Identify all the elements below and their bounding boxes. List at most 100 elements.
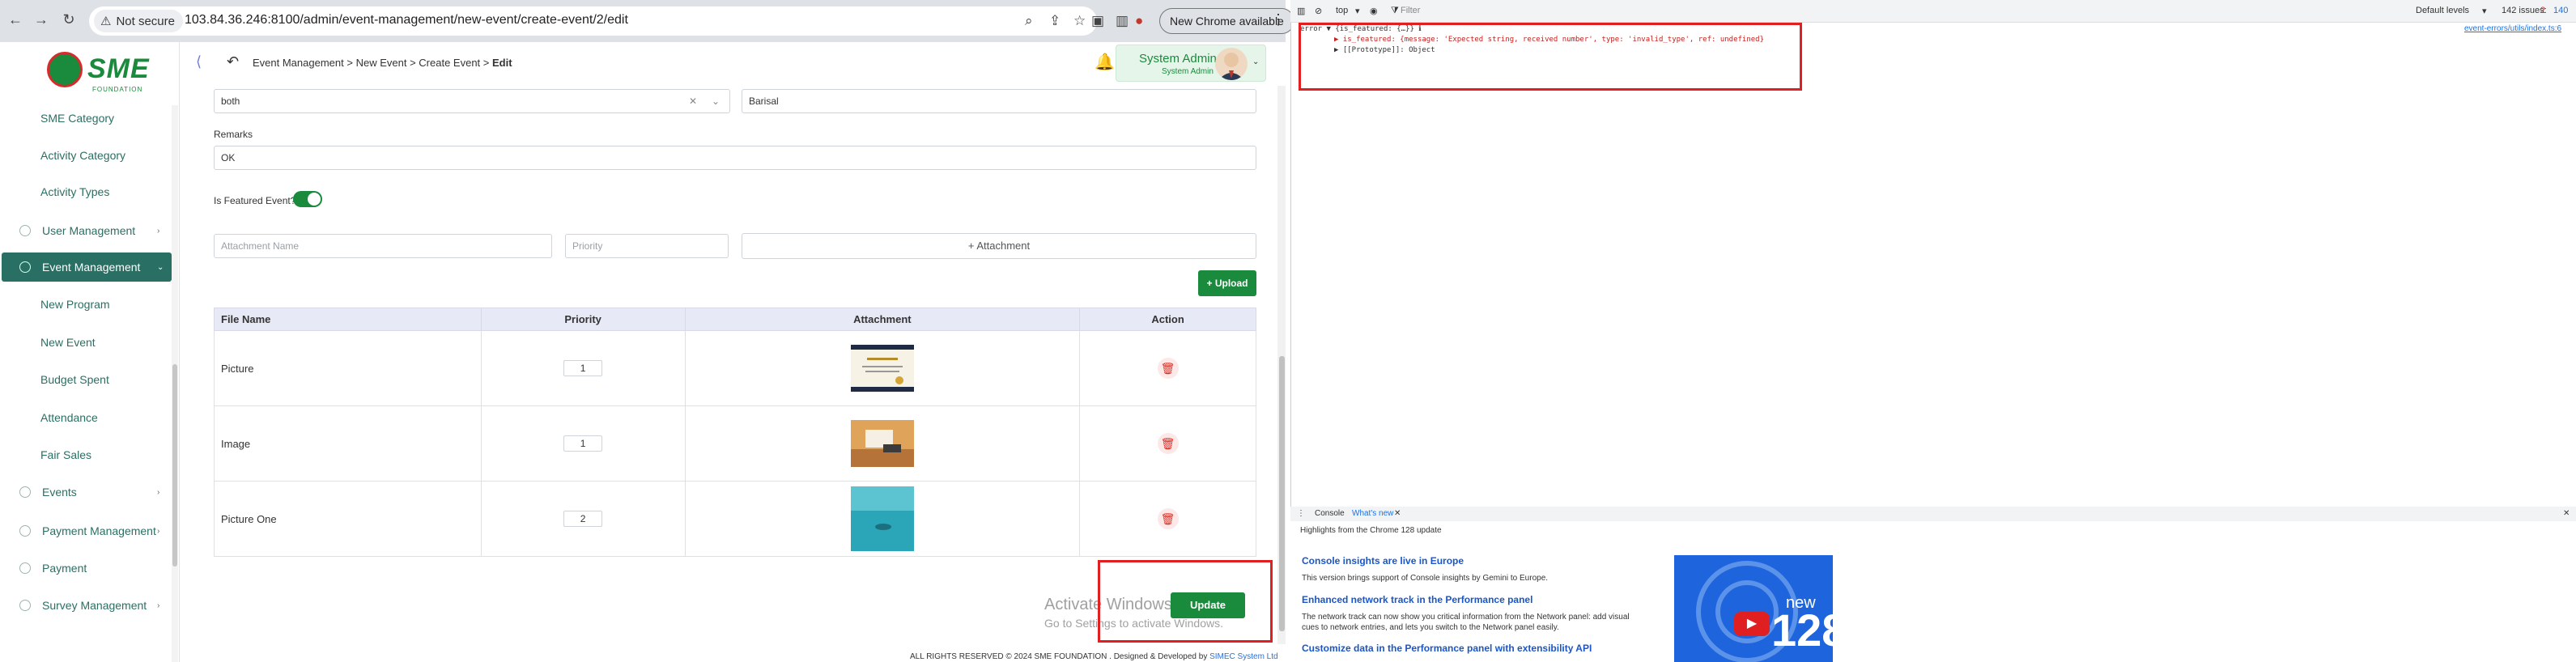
tab-console[interactable]: Console	[1315, 509, 1345, 518]
chevron-down-icon: ▾	[2482, 6, 2487, 16]
sidebar-toggle-icon[interactable]: ▥	[1297, 6, 1305, 16]
share-icon[interactable]: ⇪	[1049, 13, 1061, 29]
table-row: Picture One 2 🗑	[214, 481, 1256, 557]
breadcrumb-separator: >	[482, 57, 490, 69]
warning-icon: ⚠	[100, 15, 112, 28]
back-icon[interactable]: ←	[6, 11, 24, 28]
footer: ALL RIGHTS RESERVED © 2024 SME FOUNDATIO…	[910, 652, 1278, 661]
add-attachment-button[interactable]: + Attachment	[742, 233, 1256, 259]
chevron-down-icon[interactable]: ▾	[1355, 6, 1360, 16]
context-select[interactable]: top	[1336, 6, 1348, 15]
breadcrumb-event-management[interactable]: Event Management	[253, 57, 344, 69]
chevron-down-icon[interactable]: ⌄	[712, 90, 720, 112]
zoom-icon[interactable]: ⌕	[1025, 13, 1033, 29]
close-tab-icon[interactable]: ✕	[1394, 509, 1401, 518]
reload-icon[interactable]: ↻	[60, 11, 78, 28]
logo-emblem-icon	[47, 52, 83, 87]
bookmark-star-icon[interactable]: ☆	[1073, 13, 1086, 29]
certificate-thumbnail-icon[interactable]	[850, 345, 914, 392]
chrome-menu-icon[interactable]: ⋮	[1271, 11, 1286, 28]
sidebar-item-activity-category[interactable]: Activity Category	[40, 149, 125, 162]
delete-icon[interactable]: 🗑	[1157, 358, 1179, 379]
action-cell: 🗑	[1079, 330, 1256, 406]
delete-icon[interactable]: 🗑	[1157, 508, 1179, 529]
whats-new-item-title[interactable]: Console insights are live in Europe	[1302, 555, 1464, 567]
sidebar-item-label: User Management	[42, 224, 136, 237]
clear-console-icon[interactable]: ⊘	[1315, 6, 1322, 16]
extensions-icon[interactable]: ▣	[1091, 13, 1104, 29]
upload-button[interactable]: + Upload	[1198, 270, 1256, 296]
whats-new-video[interactable]: ▶ new 128	[1674, 555, 1833, 662]
sidebar-item-sme-category[interactable]: SME Category	[40, 112, 114, 125]
sme-logo[interactable]: SME FOUNDATION	[47, 49, 152, 97]
action-cell: 🗑	[1079, 405, 1256, 482]
error-count-badge[interactable]: 2	[2540, 6, 2545, 15]
console-source-link[interactable]: event-errors/utils/index.ts:6	[2464, 24, 2561, 33]
sidebar-item-new-event[interactable]: New Event	[40, 336, 96, 349]
division-field[interactable]: Barisal	[742, 89, 1256, 113]
filter-input[interactable]: Filter	[1401, 6, 1420, 15]
whats-new-item-text: This version brings support of Console i…	[1302, 574, 1549, 583]
whats-new-item-title[interactable]: Enhanced network track in the Performanc…	[1302, 594, 1532, 605]
featured-label: Is Featured Event?	[214, 195, 296, 206]
underwater-thumbnail-icon[interactable]	[850, 486, 914, 551]
wallet-icon	[19, 562, 31, 574]
table-header-row: File Name Priority Attachment Action	[214, 308, 1256, 331]
sidebar-item-event-management[interactable]: Event Management ⌄	[19, 261, 165, 274]
priority-input[interactable]: 1	[563, 360, 603, 376]
forward-icon[interactable]: →	[32, 11, 50, 28]
chevron-right-icon: ›	[157, 600, 160, 610]
clear-icon[interactable]: ✕	[689, 90, 697, 112]
site-info-chip[interactable]: ⚠ Not secure	[94, 10, 183, 32]
remarks-input[interactable]: OK	[214, 146, 1256, 170]
drawer-menu-icon[interactable]: ⋮	[1297, 509, 1305, 518]
sidebar-item-budget-spent[interactable]: Budget Spent	[40, 373, 109, 386]
whats-new-item-title[interactable]: Customize data in the Performance panel …	[1302, 643, 1592, 654]
priority-input[interactable]: 2	[563, 511, 603, 527]
desk-photo-thumbnail-icon[interactable]	[850, 420, 914, 467]
priority-cell: 1	[480, 330, 686, 406]
sidebar-item-events[interactable]: Events ›	[19, 486, 165, 499]
file-name-cell: Picture One	[214, 481, 482, 557]
logo-text: SME	[87, 53, 150, 84]
attachment-name-input[interactable]: Attachment Name	[214, 234, 552, 258]
content-scrollbar-thumb[interactable]	[1279, 356, 1285, 631]
sidebar-item-attendance[interactable]: Attendance	[40, 411, 98, 424]
plus-icon: +	[1206, 278, 1213, 289]
breadcrumb-create-event[interactable]: Create Event	[419, 57, 480, 69]
footer-developer-link[interactable]: SIMEC System Ltd	[1209, 652, 1277, 661]
attachments-table: File Name Priority Attachment Action Pic…	[214, 308, 1256, 557]
side-panel-icon[interactable]: ▥	[1116, 13, 1129, 29]
notification-bell-icon[interactable]: 🔔	[1095, 52, 1115, 72]
tab-whats-new[interactable]: What's new	[1352, 509, 1393, 518]
sidebar-item-payment-management[interactable]: Payment Management ›	[19, 524, 165, 537]
user-menu[interactable]: System Admin System Admin ⌄	[1116, 45, 1266, 82]
sidebar-item-new-program[interactable]: New Program	[40, 298, 110, 311]
collapse-sidebar-icon[interactable]: ⟨	[196, 53, 202, 70]
sidebar-item-user-management[interactable]: User Management ›	[19, 224, 165, 237]
featured-toggle[interactable]	[293, 191, 322, 207]
play-icon[interactable]: ▶	[1734, 612, 1770, 636]
log-levels-select[interactable]: Default levels	[2416, 6, 2469, 15]
url-text[interactable]: 103.84.36.246:8100/admin/event-managemen…	[185, 13, 628, 28]
close-drawer-icon[interactable]: ✕	[2563, 509, 2570, 518]
sidebar-item-payment[interactable]: Payment	[19, 562, 165, 575]
delete-icon[interactable]: 🗑	[1157, 433, 1179, 454]
col-attachment: Attachment	[684, 308, 1081, 331]
breadcrumb-new-event[interactable]: New Event	[356, 57, 407, 69]
sidebar-item-label: Event Management	[42, 261, 141, 274]
eye-icon[interactable]: ◉	[1370, 6, 1378, 16]
sidebar-scrollbar-thumb[interactable]	[172, 364, 177, 567]
priority-input[interactable]: 1	[563, 435, 603, 452]
priority-input[interactable]: Priority	[565, 234, 729, 258]
sidebar-item-label: Events	[42, 486, 77, 499]
calendar-icon	[19, 486, 31, 498]
sidebar-item-survey-management[interactable]: Survey Management ›	[19, 599, 165, 612]
undo-back-icon[interactable]: ↶	[227, 53, 239, 70]
info-count-badge[interactable]: 140	[2553, 6, 2568, 15]
type-select[interactable]: both ✕ ⌄	[214, 89, 730, 113]
sidebar-item-fair-sales[interactable]: Fair Sales	[40, 448, 91, 461]
sidebar-item-activity-types[interactable]: Activity Types	[40, 185, 109, 198]
chevron-down-icon: ⌄	[157, 262, 164, 272]
profile-icon[interactable]: ●	[1135, 13, 1143, 29]
